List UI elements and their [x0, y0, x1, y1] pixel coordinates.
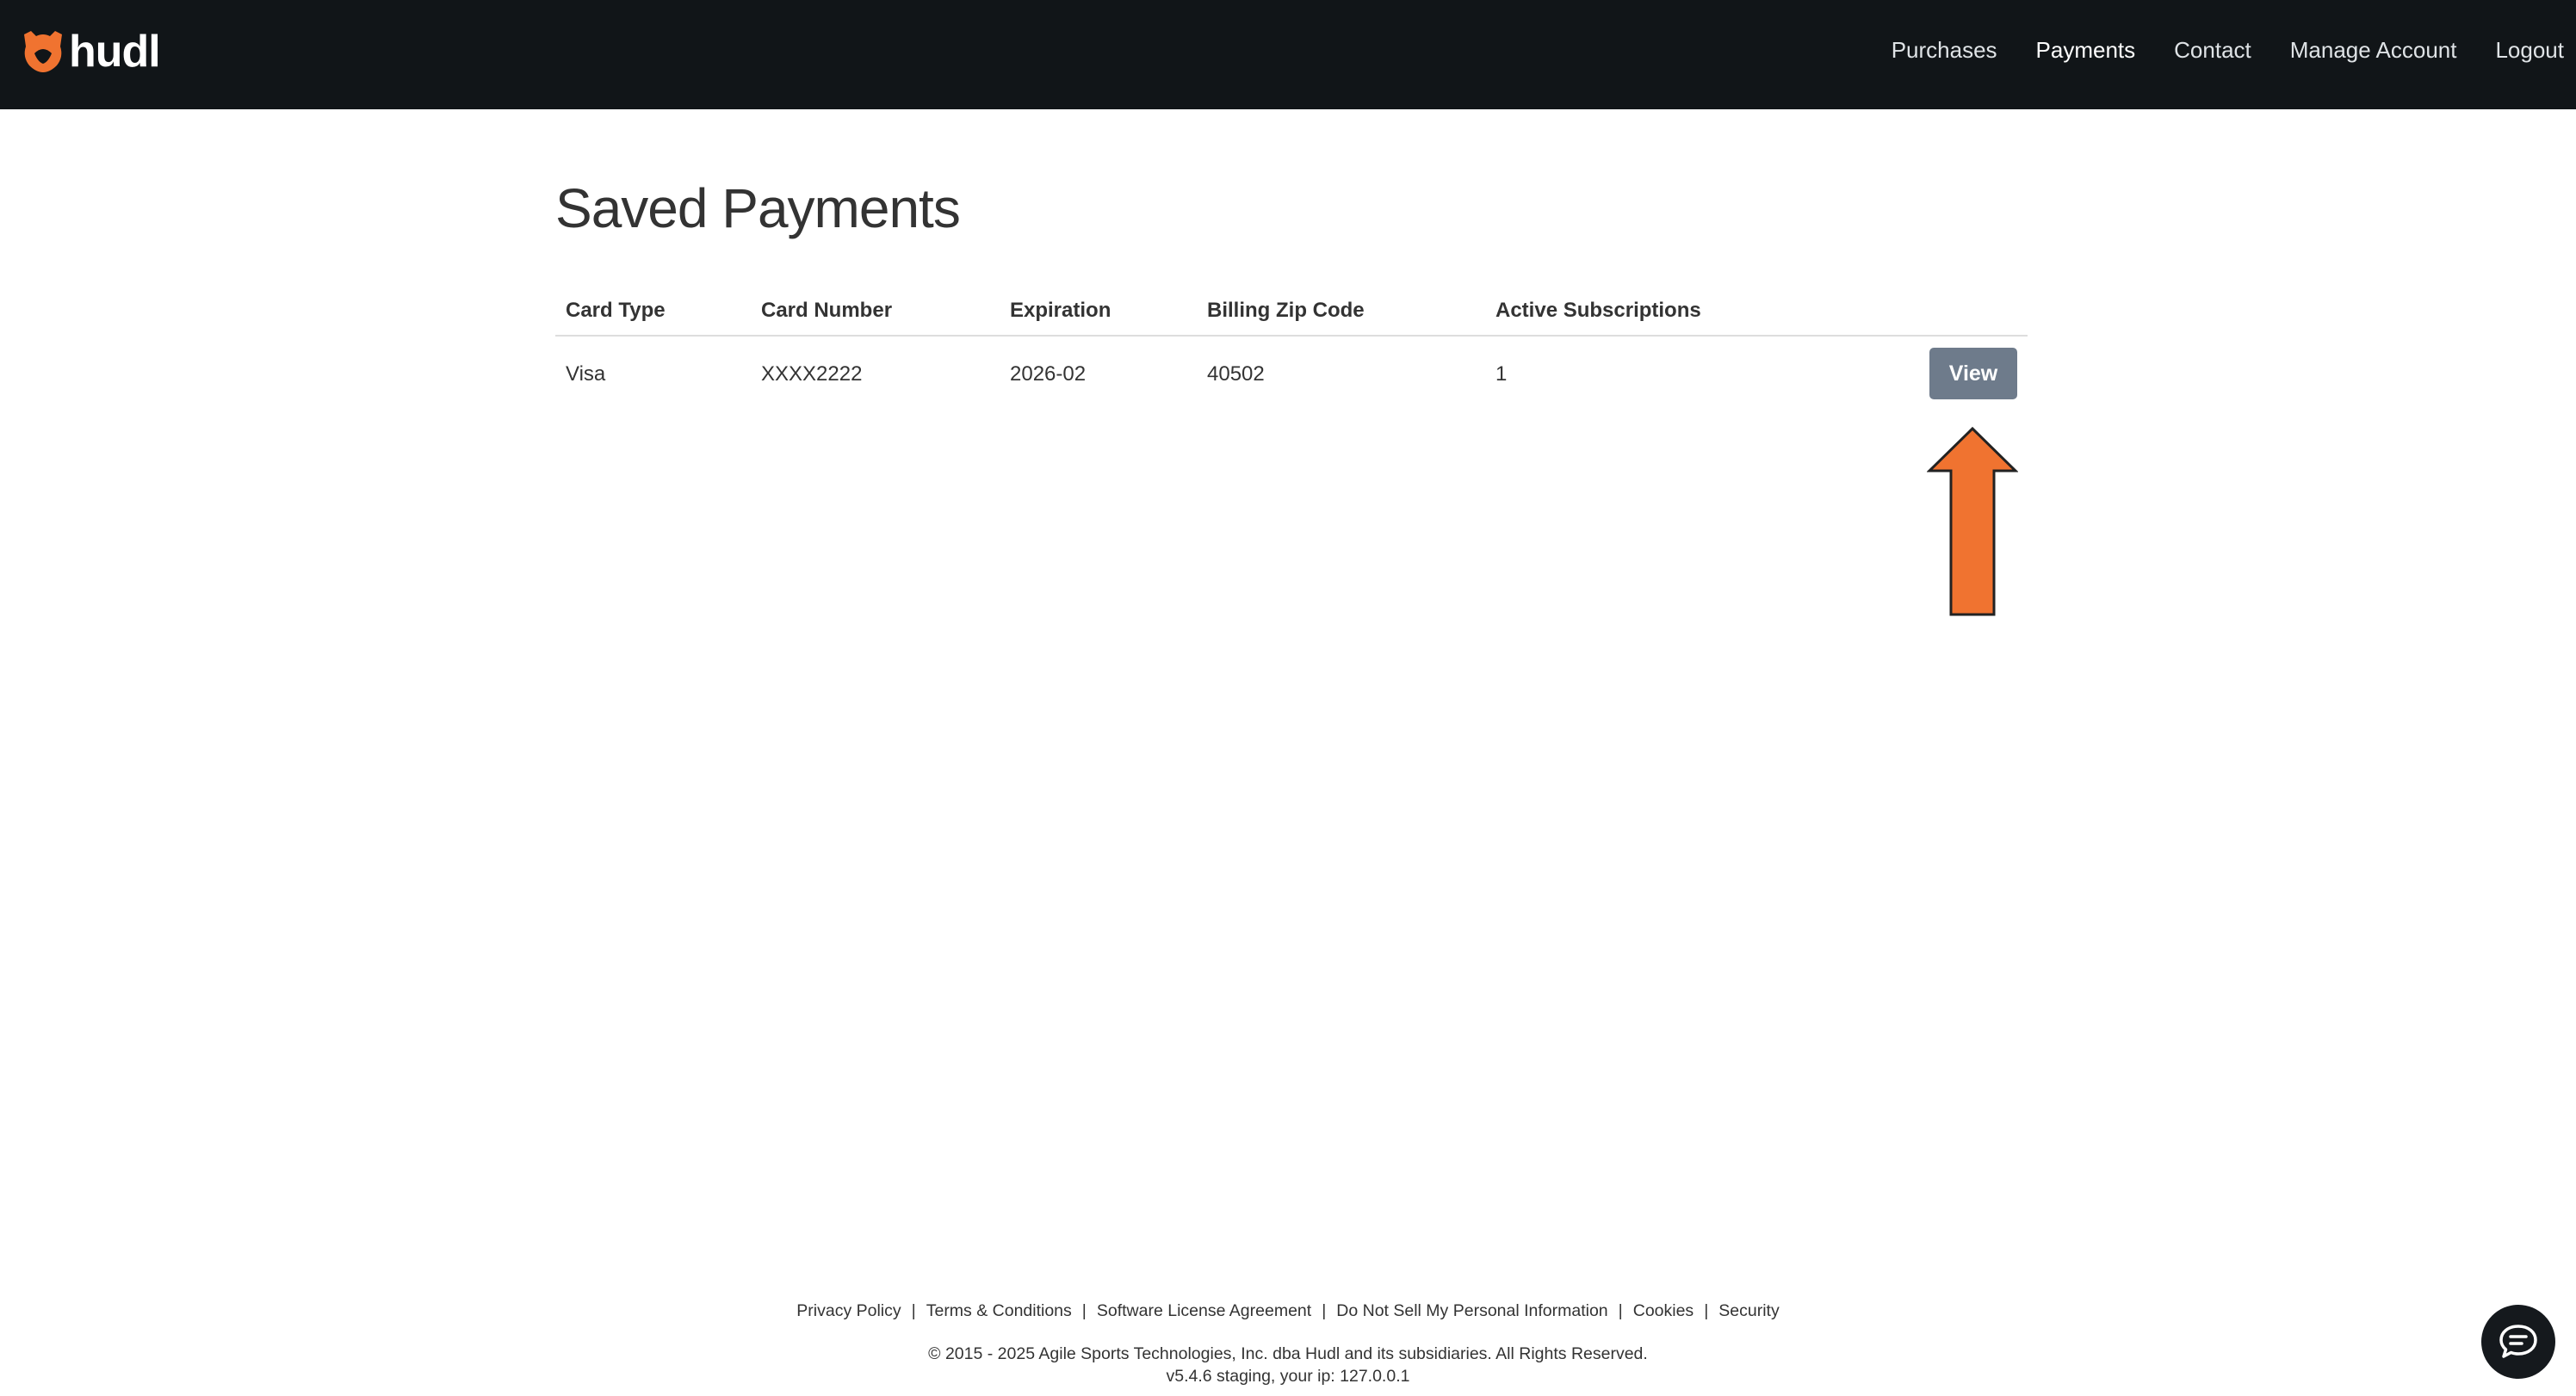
- footer-links: Privacy Policy | Terms & Conditions | Softwa…: [0, 1301, 2576, 1321]
- table-header: Card Type Card Number Expiration Billing…: [555, 288, 2028, 337]
- brand-wordmark: hudl: [69, 27, 161, 77]
- column-header-card-number: Card Number: [761, 299, 893, 322]
- footer-separator: |: [1081, 1301, 1087, 1320]
- footer-separator: |: [1704, 1301, 1709, 1320]
- nav-manage-account[interactable]: Manage Account: [2290, 37, 2457, 64]
- saved-payments-table: Card Type Card Number Expiration Billing…: [555, 288, 2028, 411]
- footer-version: v5.4.6 staging, your ip: 127.0.0.1: [1166, 1367, 1410, 1386]
- column-header-billing-zip: Billing Zip Code: [1207, 299, 1365, 322]
- column-header-card-type: Card Type: [566, 299, 666, 322]
- footer-link-privacy-policy[interactable]: Privacy Policy: [796, 1301, 901, 1320]
- nav-logout[interactable]: Logout: [2495, 37, 2564, 64]
- nav-payments[interactable]: Payments: [2036, 37, 2136, 64]
- cell-card-number: XXXX2222: [761, 362, 863, 386]
- footer-link-do-not-sell[interactable]: Do Not Sell My Personal Information: [1336, 1301, 1607, 1320]
- page-title: Saved Payments: [555, 177, 961, 239]
- arrow-up-icon: [1927, 426, 2018, 616]
- chat-bubble-icon: [2499, 1325, 2537, 1358]
- view-button[interactable]: View: [1929, 348, 2017, 399]
- chat-button[interactable]: [2481, 1305, 2555, 1379]
- hudl-logo-icon: [24, 31, 62, 72]
- top-navbar: hudl Purchases Payments Contact Manage A…: [0, 0, 2576, 109]
- footer-separator: |: [1322, 1301, 1327, 1320]
- footer-link-terms[interactable]: Terms & Conditions: [926, 1301, 1072, 1320]
- footer-separator: |: [1618, 1301, 1623, 1320]
- nav-purchases[interactable]: Purchases: [1892, 37, 1997, 64]
- footer-link-cookies[interactable]: Cookies: [1633, 1301, 1694, 1320]
- hudl-logo[interactable]: hudl: [19, 26, 161, 77]
- cell-billing-zip: 40502: [1207, 362, 1265, 386]
- column-header-expiration: Expiration: [1010, 299, 1112, 322]
- cell-active-subscriptions: 1: [1495, 362, 1508, 386]
- footer-link-security[interactable]: Security: [1718, 1301, 1779, 1320]
- column-header-active-subscriptions: Active Subscriptions: [1495, 299, 1701, 322]
- main-nav: Purchases Payments Contact Manage Accoun…: [1853, 0, 2564, 101]
- footer-link-software-license[interactable]: Software License Agreement: [1097, 1301, 1311, 1320]
- table-row: Visa XXXX2222 2026-02 40502 1 View: [555, 337, 2028, 411]
- nav-contact[interactable]: Contact: [2174, 37, 2251, 64]
- cell-expiration: 2026-02: [1010, 362, 1087, 386]
- footer-copyright: © 2015 - 2025 Agile Sports Technologies,…: [928, 1344, 1648, 1363]
- footer-separator: |: [911, 1301, 916, 1320]
- cell-card-type: Visa: [566, 362, 606, 386]
